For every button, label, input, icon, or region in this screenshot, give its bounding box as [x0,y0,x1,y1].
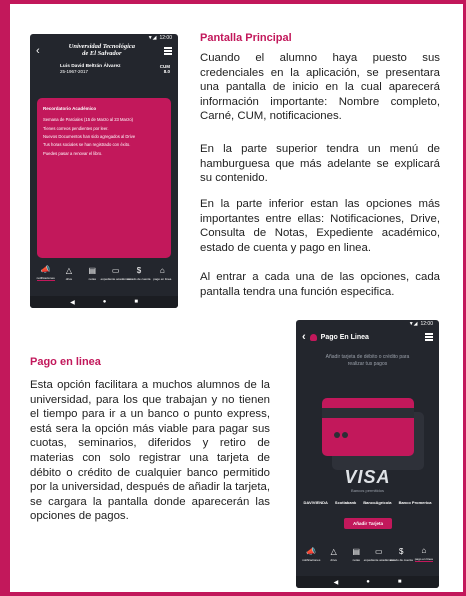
tab-pago[interactable]: ⌂ pago en linea [153,266,171,282]
android-nav-bar: ◀ ● ■ [296,576,439,588]
folder-icon: ▭ [111,266,120,275]
student-carne: 25-1967-2017 [60,69,89,74]
university-logo: Universidad Tecnológica de El Salvador [69,43,135,58]
student-info: Luis David Beltrán Álvarez 25-1967-2017 … [30,60,178,74]
home-screen-mockup: ▼◢ 12:00 ‹ Universidad Tecnológica de El… [30,34,178,308]
paragraph-1: Cuando el alumno haya puesto sus credenc… [200,52,440,123]
bottom-tab-bar: 📣 notificaciones △ drive ▤ notas ▭ expedient… [296,547,439,562]
tab-notas[interactable]: ▤ notas [347,547,365,563]
notification-item: Puedes pasar a renovar el libro. [43,150,103,156]
paragraph-pago: Esta opción facilitara a muchos alumnos … [30,379,270,523]
status-time: 12:00 [420,321,433,327]
tab-estado-cuenta[interactable]: $ estado de cuenta [390,547,413,563]
bank-logo: Scotiabank [334,500,357,505]
paragraph-2: En la parte superior tendra un menú de h… [200,143,440,185]
bank-logo: Banco Promerica [398,500,432,505]
tab-expediente[interactable]: ▭ expediente académico [364,547,394,563]
top-bar: ‹ Pago En Linea [296,328,439,346]
bank-icon: ⌂ [421,546,427,555]
heading-pantalla-principal: Pantalla Principal [200,32,292,44]
android-nav-bar: ◀ ● ■ [30,296,178,308]
megaphone-icon: 📣 [40,265,51,274]
screen-title: ‹ Pago En Linea [302,331,369,343]
card-illustration [322,398,414,456]
app-logo-icon [309,333,317,341]
document-icon: ▤ [352,547,361,556]
nav-back-icon[interactable]: ◀ [334,579,339,586]
accepted-banks-label: Bancos permitidos [351,488,384,493]
add-card-instructions: Añadir tarjeta de débito o crédito para … [325,354,410,367]
bank-icon: ⌂ [159,266,165,275]
nav-home-icon[interactable]: ● [103,299,107,305]
paragraph-3: En la parte inferior estan las opciones … [200,198,440,254]
tab-expediente[interactable]: ▭ expediente académico [101,266,131,282]
bottom-tab-bar: 📣 notificaciones △ drive ▤ notas ▭ expedient… [30,266,178,281]
drive-icon: △ [65,266,73,275]
dollar-icon: $ [399,547,404,556]
title-text: Pago En Linea [320,333,369,341]
tab-notificaciones[interactable]: 📣 notificaciones [37,266,55,281]
bank-logo: DAVIVIENDA [303,500,328,505]
tab-drive[interactable]: △ drive [60,266,78,282]
notification-item: Tienes correos pendientes por leer. [43,125,109,131]
hamburger-menu-icon[interactable] [425,333,433,341]
drive-icon: △ [330,547,337,556]
cum-value: 8.0 [163,69,170,74]
back-icon[interactable]: ‹ [302,331,306,343]
tab-notificaciones[interactable]: 📣 notificaciones [302,547,320,563]
dollar-icon: $ [136,266,142,275]
logo-line-2: de El Salvador [82,50,122,57]
status-bar: ▼◢ 12:00 [30,34,178,42]
bank-logos: DAVIVIENDA Scotiabank BancoAgrícola Banc… [300,500,435,505]
nav-back-icon[interactable]: ◀ [70,299,75,306]
document-icon: ▤ [88,266,97,275]
notification-card[interactable]: Recordatorio Académico Semana de Parcial… [37,98,171,258]
notification-item: Tus horas sociales se han registrado con… [43,142,131,148]
top-bar: ‹ Universidad Tecnológica de El Salvador [30,42,178,60]
tab-estado-cuenta[interactable]: $ estado de cuenta [127,266,150,282]
paragraph-4: Al entrar a cada una de las opciones, ca… [200,271,440,298]
payment-screen-mockup: ▼◢ 12:00 ‹ Pago En Linea Añadir tarjeta … [296,320,439,588]
tab-pago[interactable]: ⌂ pago en linea [415,547,433,562]
bank-logo: BancoAgrícola [363,500,392,505]
tab-drive[interactable]: △ drive [325,547,343,563]
folder-icon: ▭ [374,547,383,556]
signal-icon: ▼◢ [147,35,157,41]
heading-pago-en-linea: Pago en linea [30,356,101,368]
notification-title: Recordatorio Académico [43,106,97,111]
status-bar: ▼◢ 12:00 [296,320,439,328]
hamburger-menu-icon[interactable] [164,47,172,55]
visa-logo: VISA [344,467,391,487]
megaphone-icon: 📣 [306,547,317,556]
nav-recents-icon[interactable]: ■ [398,579,402,585]
nav-recents-icon[interactable]: ■ [134,299,138,305]
nav-home-icon[interactable]: ● [366,579,370,585]
status-time: 12:00 [159,35,172,41]
tab-notas[interactable]: ▤ notas [83,266,101,282]
back-icon[interactable]: ‹ [36,45,40,57]
add-card-button[interactable]: Añadir Tarjeta [344,518,392,529]
signal-icon: ▼◢ [408,321,418,327]
notification-item: Nuevos Documentos han sido agregados al … [43,134,136,140]
notification-item: Semana de Parciales (15 de Marzo al 23 M… [43,117,134,123]
